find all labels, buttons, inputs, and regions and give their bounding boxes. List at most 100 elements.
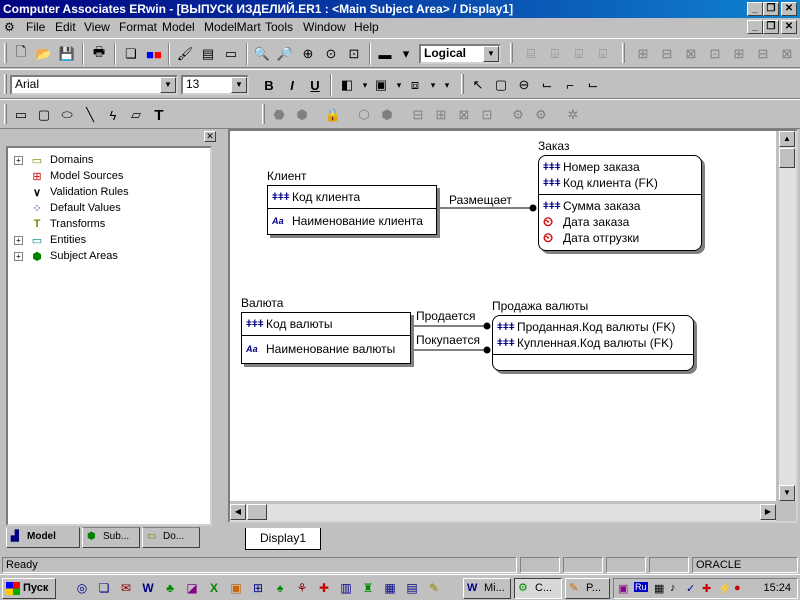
attribute[interactable]: Аа Наименование клиента xyxy=(272,213,423,229)
scroll-right-icon[interactable]: ▶ xyxy=(760,504,776,520)
tab-display1[interactable]: Display1 xyxy=(245,528,321,550)
align-icon-6[interactable]: ⊟ xyxy=(752,43,774,65)
tray-icon-5[interactable]: ✓ xyxy=(686,582,695,595)
attribute-key[interactable]: ǂǂǂ Код валюты xyxy=(246,316,333,332)
align-icon-1[interactable]: ⊞ xyxy=(632,43,654,65)
attribute[interactable]: ǂǂǂ Сумма заказа xyxy=(543,198,640,214)
quicklaunch-icon-9[interactable]: ⊞ xyxy=(250,580,266,596)
vertical-scrollbar[interactable]: ▲ ▼ xyxy=(779,131,796,501)
many-to-many-rel-icon[interactable]: ⌐ xyxy=(559,74,581,96)
save-icon[interactable]: 💾 xyxy=(56,43,78,65)
menu-tools[interactable]: Tools xyxy=(265,20,293,35)
rounded-rect-tool-icon[interactable]: ▢ xyxy=(33,104,55,126)
category-tool-icon[interactable]: ⊖ xyxy=(513,74,535,96)
scroll-thumb[interactable] xyxy=(247,504,267,520)
quicklaunch-icon-13[interactable]: ▥ xyxy=(338,580,354,596)
menu-model[interactable]: Model xyxy=(162,20,195,35)
underline-button[interactable]: U xyxy=(304,74,326,96)
start-button[interactable]: Пуск xyxy=(2,578,56,599)
tab-model[interactable]: ▟ Model xyxy=(6,527,80,548)
modelmart-icon-3[interactable]: ⌺ xyxy=(568,43,590,65)
tree-item-domains[interactable]: + ▭ Domains xyxy=(14,152,93,168)
tree-item-validation-rules[interactable]: ∨ Validation Rules xyxy=(14,184,129,200)
print-icon[interactable]: 🖶 xyxy=(88,43,110,65)
notes-icon[interactable]: ▭ xyxy=(220,43,242,65)
task-button-paint[interactable]: ✎ P... xyxy=(565,578,610,599)
quicklaunch-icon-8[interactable]: ▣ xyxy=(228,580,244,596)
entity-currency-sale[interactable]: ǂǂǂ Проданная.Код валюты (FK) ǂǂǂ Купленна… xyxy=(492,315,694,371)
app-menu-icon[interactable]: ⚙ xyxy=(4,20,15,35)
tray-icon-3[interactable]: ▦ xyxy=(654,582,664,595)
mm-tool-icon-4[interactable]: ⬢ xyxy=(376,104,398,126)
expand-icon[interactable]: + xyxy=(14,155,23,165)
tab-subject-areas[interactable]: ⬢ Sub... xyxy=(82,527,140,548)
paint-icon[interactable]: 🖌 xyxy=(174,43,196,65)
horizontal-scrollbar[interactable]: ◀ ▶ xyxy=(230,504,776,521)
tree-item-entities[interactable]: + ▭ Entities xyxy=(14,232,86,248)
italic-button[interactable]: I xyxy=(281,74,303,96)
attribute[interactable]: Аа Наименование валюты xyxy=(246,341,395,357)
scroll-left-icon[interactable]: ◀ xyxy=(230,504,246,520)
maximize-button[interactable]: ❐ xyxy=(763,2,779,16)
chevron-down-icon[interactable]: ▼ xyxy=(483,46,499,62)
attribute-key[interactable]: ǂǂǂ Код клиента xyxy=(272,189,360,205)
expand-icon[interactable]: + xyxy=(14,235,23,245)
tray-icon-4[interactable]: ♪ xyxy=(670,582,676,594)
scroll-up-icon[interactable]: ▲ xyxy=(779,131,795,147)
attribute-key[interactable]: ǂǂǂ Код клиента (FK) xyxy=(543,175,658,191)
mm-tool-icon-10[interactable]: ⚙ xyxy=(530,104,552,126)
tray-icon-1[interactable]: ▣ xyxy=(618,582,628,595)
lock-icon[interactable]: 🔒 xyxy=(322,104,344,126)
language-indicator[interactable]: Ru xyxy=(634,582,648,592)
quicklaunch-icon-16[interactable]: ▤ xyxy=(404,580,420,596)
attribute[interactable]: ⏲ Дата отгрузки xyxy=(543,230,639,246)
mm-tool-icon-3[interactable]: ⬡ xyxy=(353,104,375,126)
menu-format[interactable]: Format xyxy=(119,20,157,35)
quicklaunch-icon-1[interactable]: ◎ xyxy=(74,580,90,596)
open-icon[interactable]: 📂 xyxy=(33,43,55,65)
quicklaunch-icon-17[interactable]: ✎ xyxy=(426,580,442,596)
entity-tool-icon[interactable]: ▢ xyxy=(490,74,512,96)
menu-help[interactable]: Help xyxy=(354,20,379,35)
align-icon-5[interactable]: ⊞ xyxy=(728,43,750,65)
text-tool-icon[interactable]: T xyxy=(148,104,170,126)
polygon-tool-icon[interactable]: ▱ xyxy=(125,104,147,126)
quicklaunch-icon-2[interactable]: ❏ xyxy=(96,580,112,596)
diagram-canvas[interactable]: Клиент ǂǂǂ Код клиента Аа Наименование кли… xyxy=(230,131,776,501)
task-button-erwin[interactable]: ⚙ C... xyxy=(514,578,562,599)
modelmart-icon-4[interactable]: ⌻ xyxy=(592,43,614,65)
doc-close-button[interactable]: ✕ xyxy=(781,20,797,34)
mm-tool-icon-8[interactable]: ⊡ xyxy=(476,104,498,126)
mm-tool-icon-7[interactable]: ⊠ xyxy=(453,104,475,126)
color-icon[interactable]: ■ ■ xyxy=(143,43,165,65)
mm-tool-icon-11[interactable]: ✲ xyxy=(562,104,584,126)
doc-minimize-button[interactable]: _ xyxy=(747,20,763,34)
quicklaunch-icon-6[interactable]: ◪ xyxy=(184,580,200,596)
attribute-key[interactable]: ǂǂǂ Проданная.Код валюты (FK) xyxy=(497,319,675,335)
display-level-icon[interactable]: ▬ xyxy=(374,43,396,65)
non-identifying-rel-icon[interactable]: ⌙ xyxy=(582,74,604,96)
tray-icon-6[interactable]: ✚ xyxy=(702,582,711,595)
doc-restore-button[interactable]: ❐ xyxy=(763,20,779,34)
quicklaunch-icon-3[interactable]: ✉ xyxy=(118,580,134,596)
menu-modelmart[interactable]: ModelMart xyxy=(204,20,261,35)
font-size-select[interactable]: 13 ▼ xyxy=(181,75,249,95)
menu-view[interactable]: View xyxy=(84,20,110,35)
entity-display-icon[interactable]: ▤ xyxy=(197,43,219,65)
menu-file[interactable]: File xyxy=(26,20,45,35)
zoom-fit-icon[interactable]: ⊕ xyxy=(297,43,319,65)
mm-tool-icon-5[interactable]: ⊟ xyxy=(407,104,429,126)
relationship-label[interactable]: Продается xyxy=(416,309,476,323)
dropdown-arrow-icon[interactable]: ▾ xyxy=(436,74,458,96)
chevron-down-icon[interactable]: ▼ xyxy=(231,77,247,93)
pointer-tool-icon[interactable]: ↖ xyxy=(467,74,489,96)
attribute[interactable]: ⏲ Дата заказа xyxy=(543,214,629,230)
new-icon[interactable]: 🗋 xyxy=(10,43,32,65)
tray-icon-7[interactable]: ⚡ xyxy=(718,582,732,595)
tray-icon-8[interactable]: ● xyxy=(734,582,741,594)
mm-tool-icon-2[interactable]: ⬢ xyxy=(291,104,313,126)
attribute-key[interactable]: ǂǂǂ Купленная.Код валюты (FK) xyxy=(497,335,673,351)
task-button-word[interactable]: W Mi... xyxy=(463,578,511,599)
entity-client[interactable]: ǂǂǂ Код клиента Аа Наименование клиента xyxy=(267,185,437,235)
excel-icon[interactable]: X xyxy=(206,580,222,596)
